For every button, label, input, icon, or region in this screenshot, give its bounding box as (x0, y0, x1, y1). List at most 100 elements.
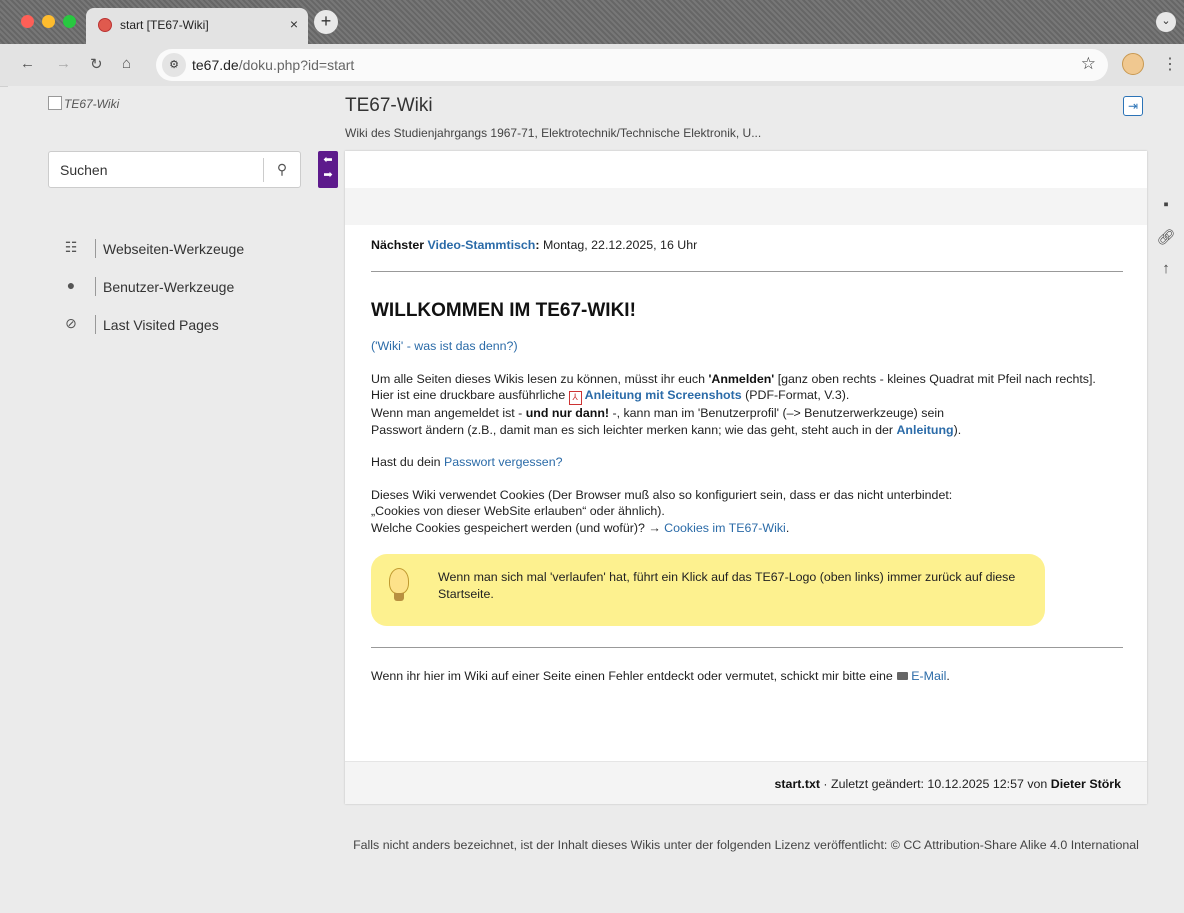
broken-image-icon (48, 96, 62, 110)
doc-changed-text: · Zuletzt geändert: 10.12.2025 12:57 von (819, 777, 1051, 791)
divider (371, 270, 1123, 272)
favicon-icon (98, 18, 112, 32)
address-bar[interactable]: ⚙ te67.de/doku.php?id=start ☆ (156, 49, 1108, 81)
divider (95, 315, 96, 334)
email-link[interactable]: E-Mail (911, 669, 946, 683)
url-path: /doku.php?id=start (238, 57, 355, 73)
next-date: Montag, 22.12.2025, 16 Uhr (539, 238, 698, 252)
intro-paragraph: Um alle Seiten dieses Wikis lesen zu kön… (371, 371, 1123, 439)
search-box: ⚲ (48, 151, 301, 188)
show-source-icon[interactable]: ▪ (1156, 196, 1176, 228)
text: Wenn ihr hier im Wiki auf einer Seite ei… (371, 669, 897, 683)
compass-icon: ⊘ (65, 315, 77, 331)
content-card: Nächster Video-Stammtisch: Montag, 22.12… (345, 151, 1147, 804)
sidebar-item-benutzer-werkzeuge[interactable]: ● Benutzer-Werkzeuge (48, 269, 328, 307)
text: Wenn man angemeldet ist - (371, 406, 526, 420)
sidebar-nav: ☷ Webseiten-Werkzeuge ● Benutzer-Werkzeu… (48, 231, 328, 345)
site-tagline: Wiki des Studienjahrgangs 1967-71, Elekt… (345, 126, 762, 140)
text: Um alle Seiten dieses Wikis lesen zu kön… (371, 371, 709, 386)
divider (371, 647, 1123, 648)
text: (PDF-Format, V.3). (741, 388, 850, 402)
text: Hier ist eine druckbare ausführliche (371, 388, 569, 402)
doc-info: start.txt · Zuletzt geändert: 10.12.2025… (775, 777, 1121, 791)
profile-avatar[interactable] (1122, 53, 1144, 75)
site-title[interactable]: TE67-Wiki (345, 95, 433, 117)
text: Passwort ändern (z.B., damit man es sich… (371, 422, 897, 437)
tab-bar: start [TE67-Wiki] × + ⌄ (0, 0, 1184, 44)
back-to-top-icon[interactable]: ↑ (1156, 260, 1176, 292)
sidebar-item-label: Benutzer-Werkzeuge (103, 279, 235, 295)
next-label: Nächster (371, 238, 425, 252)
lightbulb-base (394, 593, 404, 601)
forward-icon[interactable]: → (56, 55, 71, 72)
sitemap-icon: ☷ (64, 239, 78, 255)
cookie-paragraph: Dieses Wiki verwendet Cookies (Der Brows… (371, 487, 1123, 537)
password-forgotten-link[interactable]: Passwort vergessen? (444, 455, 562, 469)
doc-filename: start.txt (774, 777, 820, 791)
next-meeting-line: Nächster Video-Stammtisch: Montag, 22.12… (371, 237, 1123, 254)
new-tab-button[interactable]: + (314, 10, 338, 34)
sidebar-toggle-button[interactable]: ⬅ ➡ (318, 151, 338, 188)
text: -, kann man im 'Benutzerprofil' (–> Benu… (609, 406, 944, 420)
text: Hast du dein (371, 455, 445, 469)
login-icon[interactable]: ⇥ (1123, 96, 1143, 116)
bookmark-star-icon[interactable]: ☆ (1081, 54, 1096, 74)
sidebar-item-label: Last Visited Pages (103, 317, 219, 333)
browser-toolbar: ← → ↻ ⌂ ⚙ te67.de/doku.php?id=start ☆ ⋮ (0, 44, 1184, 87)
cookies-link[interactable]: Cookies im TE67-Wiki (664, 521, 786, 535)
home-icon[interactable]: ⌂ (122, 55, 131, 72)
site-logo[interactable]: TE67-Wiki (48, 96, 119, 111)
site-info-icon[interactable]: ⚙ (162, 53, 186, 77)
logo-alt-text: TE67-Wiki (64, 97, 120, 111)
text: „Cookies von dieser WebSite erlauben“ od… (371, 504, 665, 518)
video-stammtisch-link[interactable]: Video-Stammtisch (427, 238, 535, 252)
password-paragraph: Hast du dein Passwort vergessen? (371, 454, 1123, 471)
tab-title: start [TE67-Wiki] (120, 18, 209, 32)
search-icon[interactable]: ⚲ (263, 158, 300, 182)
url-host: te67.de (192, 57, 239, 73)
tab-search-button[interactable]: ⌄ (1156, 12, 1176, 32)
link-icon[interactable]: 🔗︎ (1156, 228, 1176, 260)
tip-text: Wenn man sich mal 'verlaufen' hat, führt… (438, 570, 1016, 601)
page-heading: WILLKOMMEN IM TE67-WIKI! (371, 299, 636, 321)
text: Welche Cookies gespeichert werden (und w… (371, 520, 665, 535)
tip-box: Wenn man sich mal 'verlaufen' hat, führt… (371, 554, 1045, 626)
zoom-window-button[interactable] (63, 15, 76, 28)
mail-icon (897, 672, 909, 680)
page-tools: ▪ 🔗︎ ↑ (1156, 196, 1176, 292)
text: . (785, 520, 790, 535)
browser-window: start [TE67-Wiki] × + ⌄ ← → ↻ ⌂ ⚙ te67.d… (0, 0, 1184, 913)
wiki-explanation-link[interactable]: ('Wiki' - was ist das denn?) (371, 339, 518, 353)
divider (95, 239, 96, 258)
error-report-paragraph: Wenn ihr hier im Wiki auf einer Seite ei… (371, 668, 1123, 685)
page-content: Nächster Video-Stammtisch: Montag, 22.12… (371, 237, 1123, 685)
page: TE67-Wiki TE67-Wiki Wiki des Studienjahr… (8, 86, 1184, 913)
text: ). (953, 422, 962, 437)
emphasis-text: und nur dann! (525, 406, 610, 420)
minimize-window-button[interactable] (42, 15, 55, 28)
page-toolbar-strip (345, 188, 1147, 225)
license-notice: Falls nicht anders bezeichnet, ist der I… (353, 838, 1139, 852)
text: . (946, 669, 950, 683)
menu-kebab-icon[interactable]: ⋮ (1162, 54, 1178, 74)
sidebar-item-last-visited-pages[interactable]: ⊘ Last Visited Pages (48, 307, 328, 345)
divider (95, 277, 96, 296)
back-icon[interactable]: ← (20, 55, 35, 72)
reload-icon[interactable]: ↻ (90, 55, 103, 73)
anleitung-pdf-link[interactable]: Anleitung mit Screenshots (585, 388, 742, 402)
doc-author: Dieter Störk (1050, 777, 1121, 791)
text: [ganz oben rechts - kleines Quadrat mit … (774, 371, 1096, 386)
sidebar-item-label: Webseiten-Werkzeuge (103, 241, 245, 257)
pdf-icon: ⅄ (568, 391, 582, 405)
tab-close-icon[interactable]: × (290, 16, 298, 32)
url-text[interactable]: te67.de/doku.php?id=start (192, 57, 354, 73)
anleitung-link[interactable]: Anleitung (896, 423, 953, 437)
user-icon: ● (66, 277, 76, 293)
close-window-button[interactable] (21, 15, 34, 28)
sidebar-item-webseiten-werkzeuge[interactable]: ☷ Webseiten-Werkzeuge (48, 231, 328, 269)
tab-start[interactable]: start [TE67-Wiki] × (86, 8, 308, 44)
lightbulb-icon (389, 568, 409, 594)
search-input[interactable] (49, 152, 263, 187)
doc-info-bar: start.txt · Zuletzt geändert: 10.12.2025… (345, 761, 1147, 804)
text: Dieses Wiki verwendet Cookies (Der Brows… (371, 487, 953, 502)
